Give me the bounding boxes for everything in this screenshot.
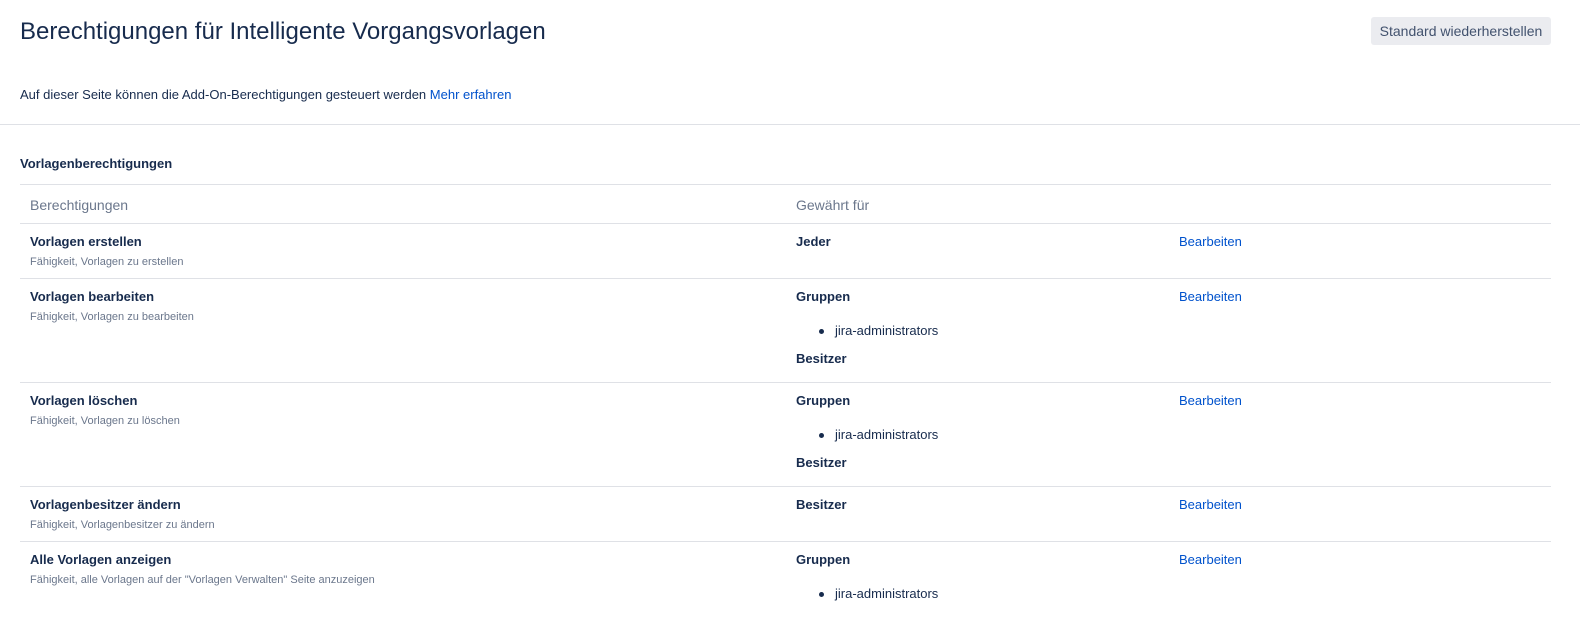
- group-item: jira-administrators: [796, 415, 938, 445]
- table-row: Vorlagen erstellen Fähigkeit, Vorlagen z…: [20, 224, 1551, 279]
- group-item: jira-administrators: [796, 574, 938, 604]
- permissions-table: Berechtigungen Gewährt für Vorlagen erst…: [20, 184, 1551, 612]
- granted-to: Gruppen jira-administrators: [796, 552, 938, 604]
- grant-label: Gruppen: [796, 289, 851, 304]
- permission-description: Fähigkeit, Vorlagenbesitzer zu ändern: [30, 519, 215, 531]
- group-list: jira-administrators: [796, 574, 938, 604]
- grant-label: Gruppen: [796, 393, 851, 408]
- edit-link[interactable]: Bearbeiten: [1179, 552, 1242, 567]
- grant-label: Jeder: [796, 234, 831, 249]
- grant-label: Gruppen: [796, 552, 851, 567]
- restore-defaults-button[interactable]: Standard wiederherstellen: [1371, 17, 1551, 45]
- granted-to: Gruppen jira-administrators Besitzer: [796, 289, 938, 366]
- grant-label: Besitzer: [796, 497, 847, 512]
- page-header: Berechtigungen für Intelligente Vorgangs…: [0, 0, 1580, 125]
- edit-link[interactable]: Bearbeiten: [1179, 234, 1242, 249]
- owner-label: Besitzer: [796, 455, 847, 470]
- permission-description: Fähigkeit, Vorlagen zu erstellen: [30, 256, 184, 268]
- description-text: Auf dieser Seite können die Add-On-Berec…: [20, 87, 427, 102]
- group-item: jira-administrators: [796, 311, 938, 341]
- table-row: Vorlagen löschen Fähigkeit, Vorlagen zu …: [20, 383, 1551, 487]
- permission-name: Vorlagen erstellen: [30, 234, 142, 249]
- learn-more-link[interactable]: Mehr erfahren: [430, 87, 512, 102]
- permission-name: Vorlagenbesitzer ändern: [30, 497, 181, 512]
- permission-description: Fähigkeit, Vorlagen zu löschen: [30, 415, 180, 427]
- permission-name: Alle Vorlagen anzeigen: [30, 552, 172, 567]
- column-header-permissions: Berechtigungen: [30, 197, 129, 213]
- granted-to: Gruppen jira-administrators Besitzer: [796, 393, 938, 470]
- permission-description: Fähigkeit, Vorlagen zu bearbeiten: [30, 311, 194, 323]
- edit-link[interactable]: Bearbeiten: [1179, 393, 1242, 408]
- table-header: Berechtigungen Gewährt für: [20, 185, 1551, 224]
- section-title: Vorlagenberechtigungen: [20, 156, 173, 171]
- edit-link[interactable]: Bearbeiten: [1179, 289, 1242, 304]
- page-title: Berechtigungen für Intelligente Vorgangs…: [20, 18, 546, 45]
- page-description: Auf dieser Seite können die Add-On-Berec…: [20, 87, 511, 102]
- group-list: jira-administrators: [796, 311, 938, 341]
- column-header-granted: Gewährt für: [796, 197, 870, 213]
- permission-description: Fähigkeit, alle Vorlagen auf der "Vorlag…: [30, 574, 375, 586]
- permission-name: Vorlagen bearbeiten: [30, 289, 155, 304]
- table-row: Vorlagenbesitzer ändern Fähigkeit, Vorla…: [20, 487, 1551, 542]
- granted-to: Jeder: [796, 234, 831, 256]
- group-list: jira-administrators: [796, 415, 938, 445]
- table-row: Vorlagen bearbeiten Fähigkeit, Vorlagen …: [20, 279, 1551, 383]
- permission-name: Vorlagen löschen: [30, 393, 138, 408]
- table-row: Alle Vorlagen anzeigen Fähigkeit, alle V…: [20, 542, 1551, 612]
- owner-label: Besitzer: [796, 351, 847, 366]
- granted-to: Besitzer: [796, 497, 847, 519]
- edit-link[interactable]: Bearbeiten: [1179, 497, 1242, 512]
